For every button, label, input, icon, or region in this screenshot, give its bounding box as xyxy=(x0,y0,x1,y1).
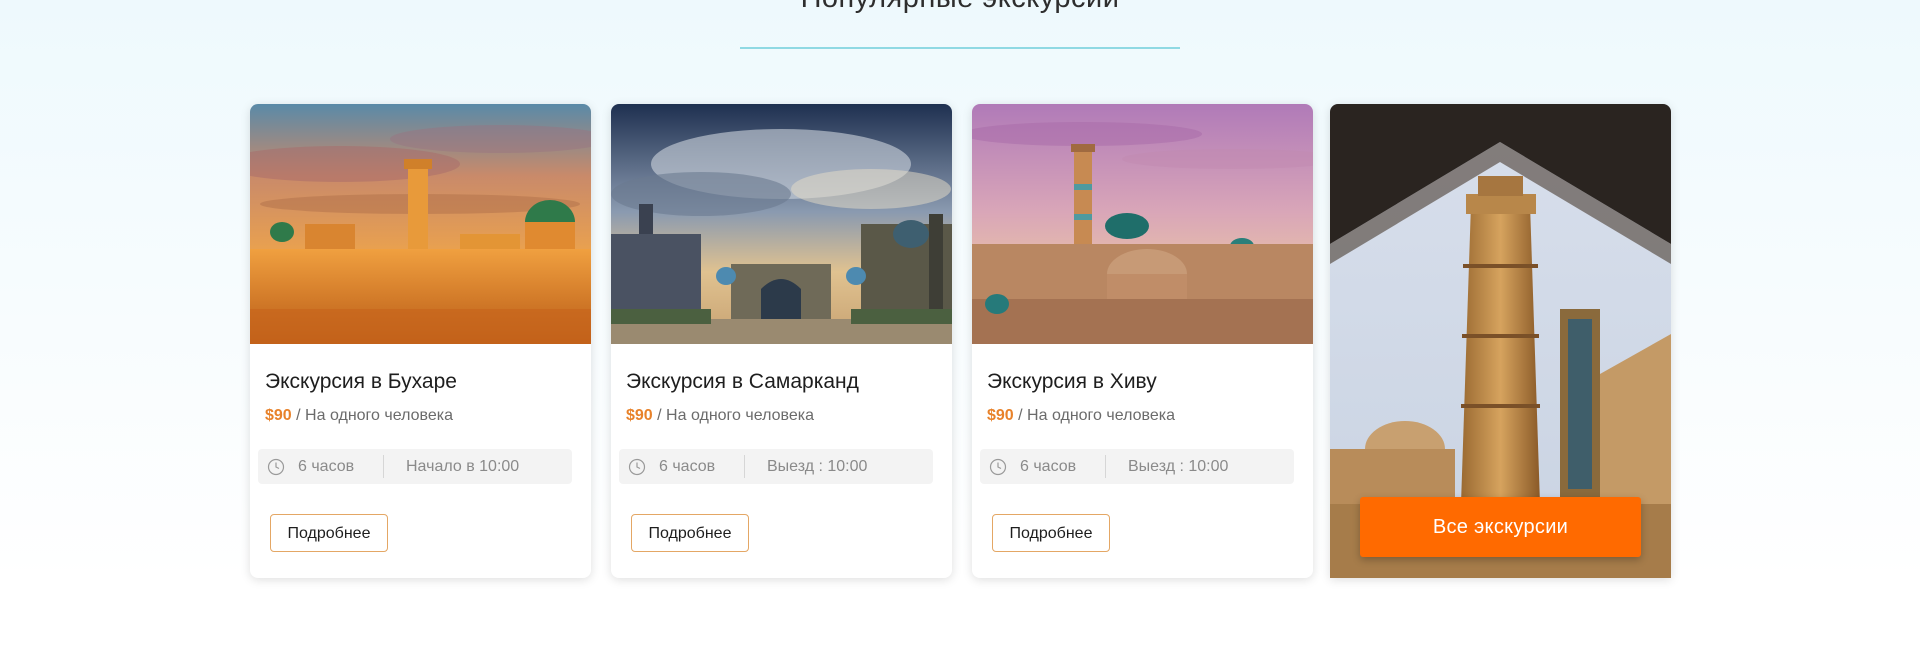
price-suffix: / На одного человека xyxy=(291,407,453,424)
details-button[interactable]: Подробнее xyxy=(992,514,1110,552)
tour-card-bukhara[interactable]: Экскурсия в Бухаре $90 / На одного челов… xyxy=(250,104,591,578)
tour-duration: 6 часов xyxy=(298,458,355,475)
clock-icon xyxy=(989,458,1007,476)
details-button[interactable]: Подробнее xyxy=(270,514,388,552)
price-line: $90 / На одного человека xyxy=(265,407,453,425)
tour-photo-khiva[interactable] xyxy=(972,104,1313,344)
section-title: Популярные экскурсии xyxy=(0,0,1920,15)
all-tours-button[interactable]: Все экскурсии xyxy=(1360,497,1641,557)
clock-icon xyxy=(628,458,646,476)
clock-icon xyxy=(267,458,285,476)
tour-price: $90 xyxy=(626,407,653,424)
tour-start-time: Начало в 10:00 xyxy=(406,458,520,475)
tour-photo-bukhara[interactable] xyxy=(250,104,591,344)
tour-meta-bar: 6 часов Выезд : 10:00 xyxy=(619,449,933,484)
price-suffix: / На одного человека xyxy=(1013,407,1175,424)
meta-divider xyxy=(1105,455,1106,478)
meta-divider xyxy=(744,455,745,478)
tour-card-khiva[interactable]: Экскурсия в Хиву $90 / На одного человек… xyxy=(972,104,1313,578)
price-line: $90 / На одного человека xyxy=(987,407,1175,425)
tour-card-samarkand[interactable]: Экскурсия в Самарканд $90 / На одного че… xyxy=(611,104,952,578)
tour-title: Экскурсия в Хиву xyxy=(987,370,1157,393)
title-underline xyxy=(740,47,1180,49)
tour-meta-bar: 6 часов Выезд : 10:00 xyxy=(980,449,1294,484)
tour-price: $90 xyxy=(265,407,292,424)
tour-price: $90 xyxy=(987,407,1014,424)
tour-duration: 6 часов xyxy=(659,458,716,475)
tour-meta-bar: 6 часов Начало в 10:00 xyxy=(258,449,572,484)
tour-duration: 6 часов xyxy=(1020,458,1077,475)
tour-title: Экскурсия в Самарканд xyxy=(626,370,859,393)
all-tours-card: Все экскурсии xyxy=(1330,104,1671,578)
popular-tours-section: Популярные экскурсии xyxy=(0,0,1920,650)
price-suffix: / На одного человека xyxy=(652,407,814,424)
details-button[interactable]: Подробнее xyxy=(631,514,749,552)
meta-divider xyxy=(383,455,384,478)
tour-start-time: Выезд : 10:00 xyxy=(1128,458,1229,475)
tour-start-time: Выезд : 10:00 xyxy=(767,458,868,475)
tour-title: Экскурсия в Бухаре xyxy=(265,370,457,393)
price-line: $90 / На одного человека xyxy=(626,407,814,425)
tour-photo-samarkand[interactable] xyxy=(611,104,952,344)
